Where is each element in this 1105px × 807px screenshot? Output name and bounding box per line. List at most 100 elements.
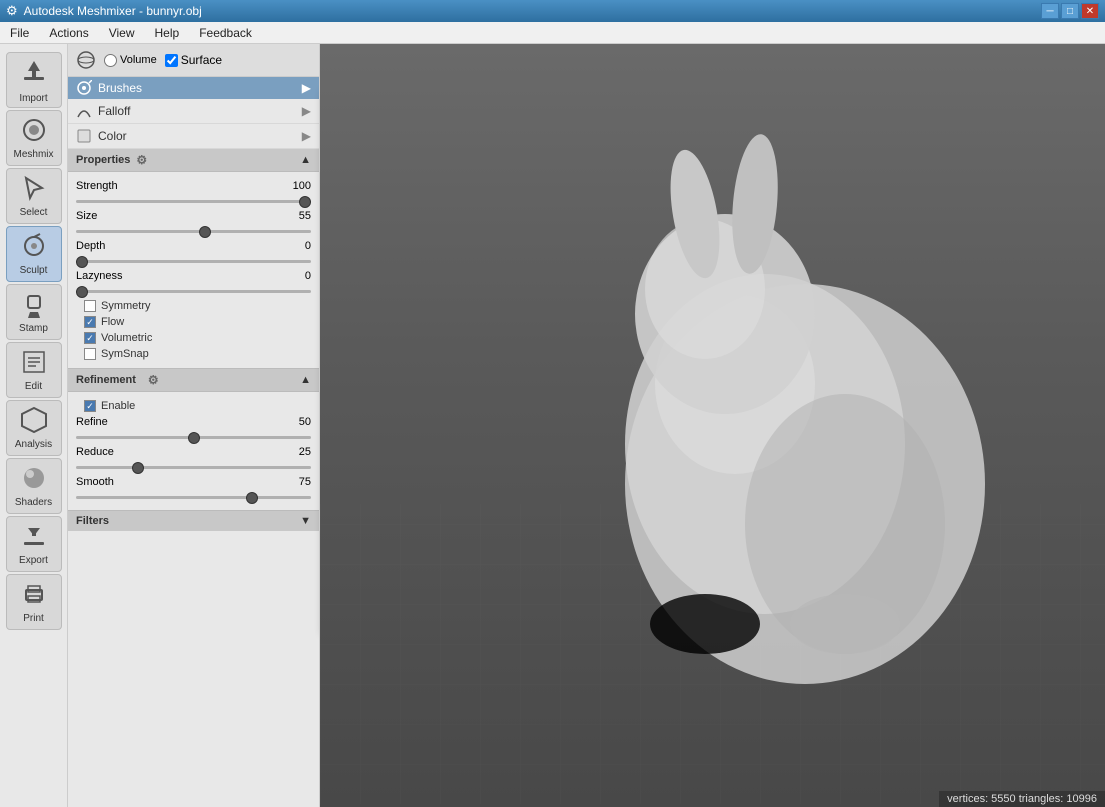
flow-checkbox[interactable]: ✓ <box>84 316 96 328</box>
depth-thumb <box>76 256 88 268</box>
edit-label: Edit <box>25 381 42 392</box>
depth-label: Depth <box>76 240 141 252</box>
menu-file[interactable]: File <box>0 24 39 42</box>
falloff-arrow-icon: ▶ <box>302 104 311 118</box>
sidebar-item-analysis[interactable]: Analysis <box>6 400 62 456</box>
falloff-icon <box>76 103 92 119</box>
strength-label: Strength <box>76 180 141 192</box>
volume-label-text: Volume <box>120 54 157 66</box>
sculpt-label: Sculpt <box>20 265 48 276</box>
symmetry-label: Symmetry <box>101 300 151 312</box>
brushes-menu-item[interactable]: Brushes ▶ <box>68 77 319 99</box>
main-area: Import Meshmix Select Sculpt Stamp <box>0 44 1105 807</box>
refinement-content: ✓ Enable Refine 50 Reduce 25 <box>68 392 319 510</box>
menubar: File Actions View Help Feedback <box>0 22 1105 44</box>
smooth-label: Smooth <box>76 476 141 488</box>
filters-header[interactable]: Filters ▼ <box>68 510 319 531</box>
falloff-menu-item[interactable]: Falloff ▶ <box>68 99 319 124</box>
statusbar-text: vertices: 5550 triangles: 10996 <box>947 793 1097 805</box>
filters-expand-icon[interactable]: ▼ <box>300 515 311 527</box>
size-slider-container[interactable] <box>76 224 311 238</box>
refinement-header[interactable]: Refinement ⚙ ▲ <box>68 368 319 392</box>
import-icon <box>20 57 48 91</box>
menu-actions[interactable]: Actions <box>39 24 98 42</box>
volume-radio-label[interactable]: Volume <box>104 54 157 67</box>
size-value: 55 <box>283 210 311 222</box>
export-icon <box>20 522 48 553</box>
refinement-expand-icon[interactable]: ▲ <box>300 374 311 386</box>
sidebar-item-meshmix[interactable]: Meshmix <box>6 110 62 166</box>
brushes-arrow-icon: ▶ <box>302 81 311 95</box>
depth-slider-container[interactable] <box>76 254 311 268</box>
reduce-slider-container[interactable] <box>76 460 311 474</box>
volume-radio[interactable] <box>104 54 117 67</box>
strength-slider-container[interactable] <box>76 194 311 208</box>
symmetry-checkbox[interactable] <box>84 300 96 312</box>
lazyness-thumb <box>76 286 88 298</box>
edit-icon <box>20 348 48 379</box>
symsnap-label: SymSnap <box>101 348 149 360</box>
sidebar-item-print[interactable]: Print <box>6 574 62 630</box>
color-menu-item[interactable]: Color ▶ <box>68 124 319 149</box>
falloff-label: Falloff <box>98 104 130 118</box>
filters-label: Filters <box>76 515 109 527</box>
properties-header[interactable]: Properties ⚙ ▲ <box>68 149 319 172</box>
sculpt-icon <box>20 232 48 263</box>
menu-help[interactable]: Help <box>145 24 190 42</box>
sidebar-item-stamp[interactable]: Stamp <box>6 284 62 340</box>
titlebar: ⚙ Autodesk Meshmixer - bunnyr.obj ─ □ ✕ <box>0 0 1105 22</box>
refine-label: Refine <box>76 416 141 428</box>
smooth-value: 75 <box>283 476 311 488</box>
refine-thumb <box>188 432 200 444</box>
brushes-item-icon <box>76 80 92 96</box>
viewport[interactable]: vertices: 5550 triangles: 10996 <box>320 44 1105 807</box>
surface-label-text: Surface <box>181 53 222 67</box>
sidebar-item-select[interactable]: Select <box>6 168 62 224</box>
volumetric-checkbox[interactable]: ✓ <box>84 332 96 344</box>
lazyness-label: Lazyness <box>76 270 141 282</box>
maximize-button[interactable]: □ <box>1061 3 1079 19</box>
refine-slider-container[interactable] <box>76 430 311 444</box>
analysis-label: Analysis <box>15 439 52 450</box>
strength-value: 100 <box>283 180 311 192</box>
surface-checkbox[interactable] <box>165 54 178 67</box>
smooth-slider-container[interactable] <box>76 490 311 504</box>
stamp-icon <box>20 290 48 321</box>
titlebar-controls[interactable]: ─ □ ✕ <box>1041 3 1099 19</box>
print-icon <box>20 580 48 611</box>
shaders-label: Shaders <box>15 497 52 508</box>
symsnap-row: SymSnap <box>76 346 311 362</box>
refinement-header-label: Refinement <box>76 374 136 386</box>
panel-area: Volume Surface Brushes ▶ Falloff ▶ Color… <box>68 44 320 807</box>
enable-checkbox[interactable]: ✓ <box>84 400 96 412</box>
sidebar-item-edit[interactable]: Edit <box>6 342 62 398</box>
symsnap-checkbox[interactable] <box>84 348 96 360</box>
volume-icon <box>76 50 96 70</box>
properties-gear-icon[interactable]: ⚙ <box>136 153 147 167</box>
reduce-value: 25 <box>283 446 311 458</box>
refinement-gear-icon[interactable]: ⚙ <box>148 373 159 387</box>
enable-label: Enable <box>101 400 135 412</box>
bunny-mesh <box>505 104 1025 724</box>
flow-label: Flow <box>101 316 124 328</box>
volumetric-label: Volumetric <box>101 332 152 344</box>
menu-feedback[interactable]: Feedback <box>189 24 262 42</box>
properties-header-label: Properties <box>76 154 130 166</box>
properties-expand-icon[interactable]: ▲ <box>300 154 311 166</box>
sidebar: Import Meshmix Select Sculpt Stamp <box>0 44 68 807</box>
sidebar-item-export[interactable]: Export <box>6 516 62 572</box>
menu-view[interactable]: View <box>99 24 145 42</box>
sidebar-item-import[interactable]: Import <box>6 52 62 108</box>
sidebar-item-shaders[interactable]: Shaders <box>6 458 62 514</box>
strength-thumb <box>299 196 311 208</box>
close-button[interactable]: ✕ <box>1081 3 1099 19</box>
statusbar: vertices: 5550 triangles: 10996 <box>939 791 1105 807</box>
lazyness-slider-container[interactable] <box>76 284 311 298</box>
minimize-button[interactable]: ─ <box>1041 3 1059 19</box>
color-label: Color <box>98 129 127 143</box>
volumetric-row: ✓ Volumetric <box>76 330 311 346</box>
meshmix-label: Meshmix <box>13 149 53 160</box>
analysis-icon <box>20 406 48 437</box>
select-label: Select <box>20 207 48 218</box>
sidebar-item-sculpt[interactable]: Sculpt <box>6 226 62 282</box>
